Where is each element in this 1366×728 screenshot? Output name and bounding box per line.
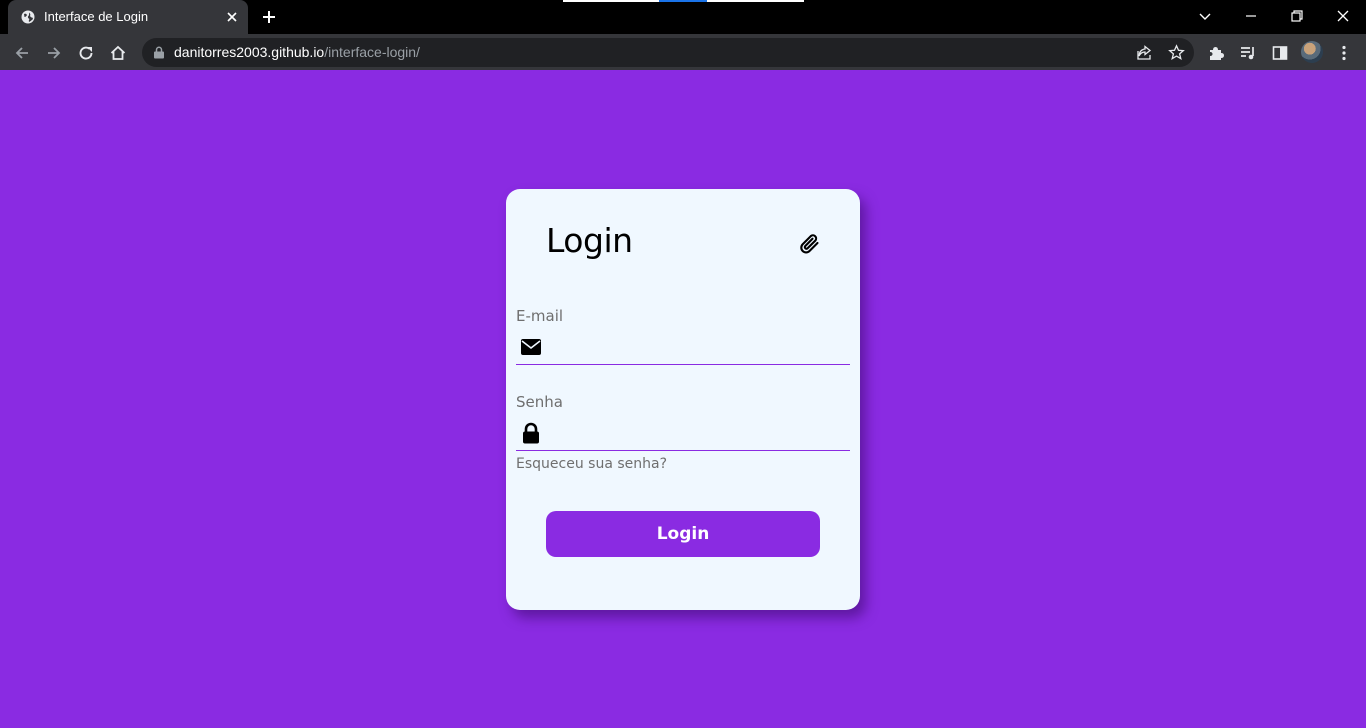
login-button[interactable]: Login: [546, 511, 820, 557]
forgot-password-link[interactable]: Esqueceu sua senha?: [516, 456, 667, 472]
reload-icon[interactable]: [77, 44, 95, 62]
lock-icon[interactable]: [153, 46, 165, 59]
password-field: [516, 421, 850, 451]
login-title: Login: [546, 221, 633, 260]
paperclip-icon: [800, 234, 819, 254]
side-panel-icon[interactable]: [1271, 44, 1289, 62]
tab-search-icon[interactable]: [1197, 8, 1213, 24]
extensions-puzzle-icon[interactable]: [1207, 44, 1225, 62]
envelope-icon: [521, 339, 541, 355]
globe-icon: [21, 10, 35, 24]
more-menu-icon[interactable]: [1335, 44, 1353, 62]
media-queue-icon[interactable]: [1239, 44, 1257, 62]
restore-icon[interactable]: [1289, 8, 1305, 24]
email-label: E-mail: [516, 307, 564, 325]
address-bar[interactable]: danitorres2003.github.io/interface-login…: [142, 38, 1194, 67]
back-icon[interactable]: [13, 44, 31, 62]
email-input[interactable]: [552, 337, 844, 361]
bookmark-star-icon[interactable]: [1168, 44, 1185, 61]
window-drag-indicator: [563, 0, 804, 2]
close-tab-icon[interactable]: [225, 10, 239, 24]
password-input[interactable]: [552, 423, 844, 447]
lock-icon: [523, 422, 539, 444]
browser-toolbar: danitorres2003.github.io/interface-login…: [0, 34, 1366, 70]
login-card: Login E-mail Senha Esqueceu sua senha? L…: [506, 189, 860, 610]
profile-avatar[interactable]: [1301, 41, 1323, 63]
forward-icon[interactable]: [45, 44, 63, 62]
email-field: [516, 335, 850, 365]
home-icon[interactable]: [109, 44, 127, 62]
share-icon[interactable]: [1136, 44, 1153, 61]
url-text[interactable]: danitorres2003.github.io/interface-login…: [174, 44, 420, 60]
minimize-icon[interactable]: [1243, 8, 1259, 24]
tab-title: Interface de Login: [44, 9, 149, 24]
browser-titlebar: Interface de Login: [0, 0, 1366, 34]
browser-tab[interactable]: Interface de Login: [8, 0, 248, 34]
close-window-icon[interactable]: [1335, 8, 1351, 24]
password-label: Senha: [516, 393, 563, 411]
new-tab-icon[interactable]: [261, 9, 277, 25]
